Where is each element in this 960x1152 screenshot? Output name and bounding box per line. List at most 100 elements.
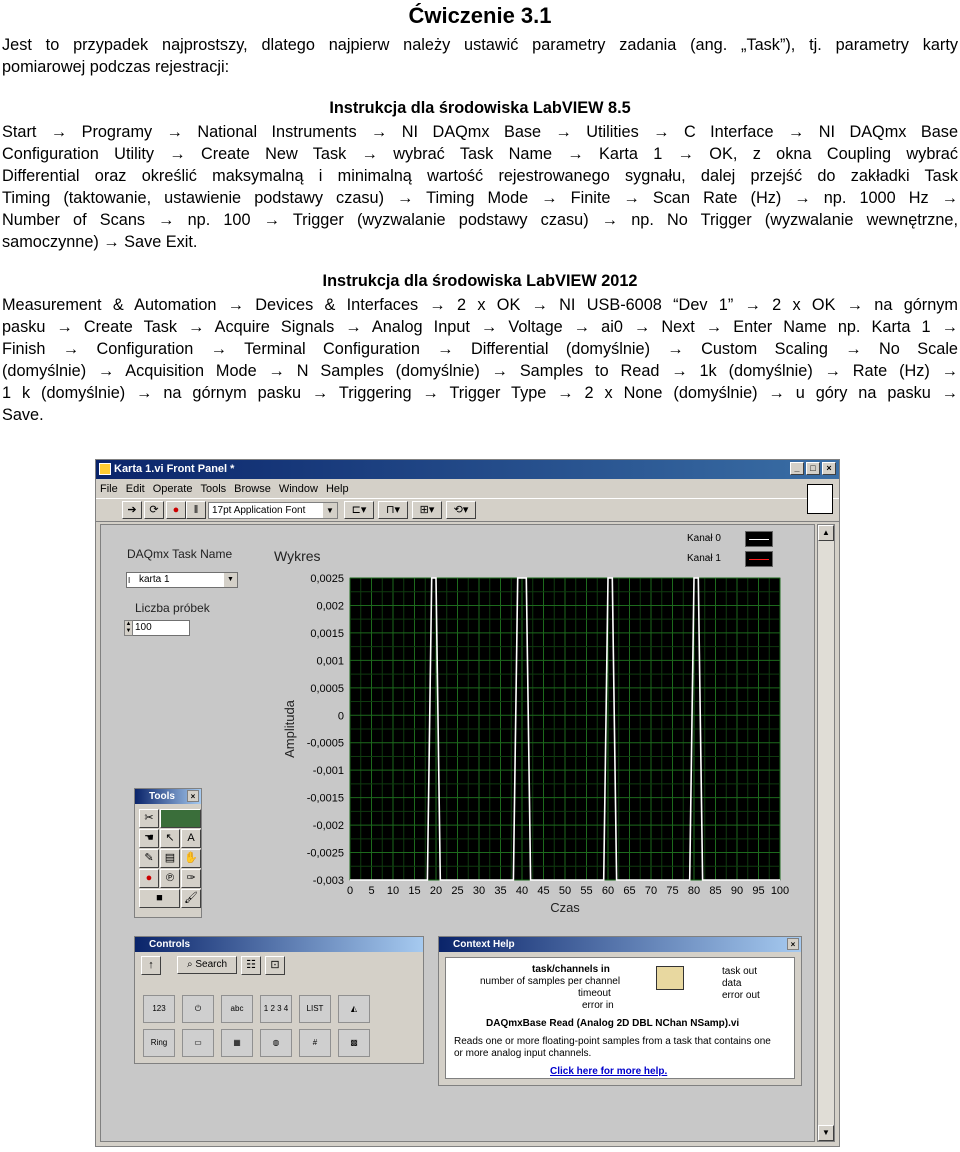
- menu-window[interactable]: Window: [279, 480, 318, 498]
- section1-paragraph: Start → Programy → National Instruments …: [2, 121, 958, 253]
- x-tick-label: 45: [537, 885, 549, 897]
- window-titlebar: Karta 1.vi Front Panel * _ □ ×: [96, 460, 839, 479]
- minimize-icon[interactable]: _: [790, 462, 804, 475]
- graph-icon[interactable]: ◭: [338, 995, 370, 1023]
- options-icon[interactable]: ☷: [241, 956, 261, 975]
- vertical-scrollbar[interactable]: ▲ ▼: [817, 524, 835, 1142]
- terminal-input-label: error in: [582, 1000, 614, 1011]
- intro-line: pomiarowej podczas rejestracji:: [2, 58, 230, 76]
- menu-edit[interactable]: Edit: [126, 480, 145, 498]
- scroll-hand-icon[interactable]: ✋: [181, 849, 201, 868]
- x-tick-label: 75: [666, 885, 678, 897]
- string-path-icon[interactable]: abc Path: [221, 995, 253, 1039]
- font-selector[interactable]: 17pt Application Font ▼: [208, 502, 338, 519]
- menu-operate[interactable]: Operate: [153, 480, 193, 498]
- section1-line: samoczynne) → Save Exit.: [2, 233, 198, 251]
- probe-icon[interactable]: ℗: [160, 869, 180, 888]
- abort-icon[interactable]: ●: [166, 501, 186, 519]
- search-label: Search: [195, 959, 228, 970]
- y-tick-label: 0,0005: [310, 683, 344, 695]
- intro-paragraph: Jest to przypadek najprostszy, dlatego n…: [2, 34, 958, 78]
- more-help-link[interactable]: Click here for more help.: [550, 1066, 667, 1077]
- x-tick-label: 40: [516, 885, 528, 897]
- refnum-icon[interactable]: ▦: [221, 1029, 253, 1057]
- context-help-body: task/channels in number of samples per c…: [445, 957, 795, 1079]
- task-name-value: karta 1: [139, 574, 170, 585]
- color-copy-icon[interactable]: ✑: [181, 869, 201, 888]
- x-tick-label: 20: [430, 885, 442, 897]
- dialog-controls-icon[interactable]: ◍: [260, 1029, 292, 1057]
- font-selector-value: 17pt Application Font: [212, 505, 306, 516]
- run-arrow-icon[interactable]: ➔: [122, 501, 142, 519]
- section1-line: Configuration Utility → Create New Task …: [2, 145, 958, 163]
- close-icon[interactable]: ×: [787, 938, 799, 950]
- io-icon[interactable]: ▭: [182, 1029, 214, 1057]
- auto-select-indicator-icon[interactable]: [160, 809, 201, 828]
- numeric-controls-icon[interactable]: 123: [143, 995, 175, 1023]
- samples-label: Liczba próbek: [135, 601, 210, 615]
- x-tick-label: 50: [559, 885, 571, 897]
- run-continuous-icon[interactable]: ⟳: [144, 501, 164, 519]
- y-tick-label: -0,0005: [307, 738, 344, 750]
- tools-palette: Tools × ✂ ☚ ↖ A ✎ ▤ ✋ ● ℗ ✑ ■ 🖌: [134, 788, 202, 918]
- increment-decrement-icon[interactable]: ▲ ▼: [124, 620, 133, 636]
- ring-enum-icon[interactable]: Ring: [143, 1029, 175, 1057]
- section2-heading: Instrukcja dla środowiska LabVIEW 2012: [322, 272, 638, 290]
- color-fill-icon[interactable]: ■: [139, 889, 180, 908]
- x-tick-label: 25: [451, 885, 463, 897]
- description-line: Reads one or more floating-point samples…: [454, 1036, 771, 1047]
- legend-entry[interactable]: Kanał 0: [687, 530, 773, 548]
- resize-objects-icon[interactable]: ⊞▾: [412, 501, 442, 519]
- up-arrow-icon[interactable]: ↑: [141, 956, 161, 975]
- y-tick-label: -0,0015: [307, 793, 344, 805]
- x-axis-label: Czas: [550, 900, 580, 915]
- close-icon[interactable]: ×: [822, 462, 836, 475]
- menu-help[interactable]: Help: [326, 480, 349, 498]
- section2-line: Measurement & Automation → Devices & Int…: [2, 296, 958, 314]
- y-tick-label: 0,001: [316, 655, 344, 667]
- menu-browse[interactable]: Browse: [234, 480, 271, 498]
- pin-icon[interactable]: ⊡: [265, 956, 285, 975]
- y-tick-label: -0,001: [313, 765, 344, 777]
- terminal-output-label: data: [722, 978, 742, 989]
- chevron-down-icon: ▼: [323, 503, 337, 518]
- position-arrow-icon[interactable]: ↖: [160, 829, 180, 848]
- x-tick-label: 60: [602, 885, 614, 897]
- array-cluster-icon[interactable]: 1 2 3 4: [260, 995, 292, 1023]
- boolean-controls-icon[interactable]: ⏻: [182, 995, 214, 1023]
- legend-entry-label: Kanał 0: [687, 533, 721, 544]
- classic-controls-icon[interactable]: #: [299, 1029, 331, 1057]
- paint-brush-icon[interactable]: 🖌: [181, 889, 201, 908]
- operate-hand-icon[interactable]: ☚: [139, 829, 159, 848]
- breakpoint-icon[interactable]: ●: [139, 869, 159, 888]
- pause-icon[interactable]: ‖: [186, 501, 206, 519]
- scroll-down-icon[interactable]: ▼: [818, 1125, 834, 1141]
- x-tick-label: 85: [709, 885, 721, 897]
- task-icon: I: [128, 576, 131, 585]
- section2-line: (domyślnie) → Acquisition Mode → N Sampl…: [2, 362, 958, 380]
- shortcut-menu-icon[interactable]: ▤: [160, 849, 180, 868]
- samples-control[interactable]: ▲ ▼ 100: [124, 620, 190, 636]
- y-tick-label: -0,0025: [307, 848, 344, 860]
- chevron-down-icon[interactable]: ▼: [224, 573, 237, 587]
- menu-tools[interactable]: Tools: [200, 480, 226, 498]
- menu-file[interactable]: File: [100, 480, 118, 498]
- context-help-window: Context Help × task/channels in number o…: [438, 936, 802, 1086]
- context-help-title: Context Help: [453, 939, 515, 950]
- reorder-icon[interactable]: ⟲▾: [446, 501, 476, 519]
- list-table-icon[interactable]: LIST: [299, 995, 331, 1023]
- activex-icon[interactable]: ▩: [338, 1029, 370, 1057]
- close-icon[interactable]: ×: [187, 790, 199, 802]
- distribute-objects-icon[interactable]: ⊓▾: [378, 501, 408, 519]
- wiring-tool-icon[interactable]: ✎: [139, 849, 159, 868]
- task-name-control[interactable]: I karta 1 ▼: [126, 572, 238, 588]
- x-tick-label: 100: [771, 885, 789, 897]
- auto-tool-icon[interactable]: ✂: [139, 809, 159, 828]
- terminal-output-label: task out: [722, 966, 758, 977]
- scroll-up-icon[interactable]: ▲: [818, 525, 834, 541]
- maximize-icon[interactable]: □: [806, 462, 820, 475]
- search-button[interactable]: ⌕ Search: [177, 956, 237, 974]
- text-tool-icon[interactable]: A: [181, 829, 201, 848]
- x-tick-label: 5: [368, 885, 374, 897]
- align-objects-icon[interactable]: ⊏▾: [344, 501, 374, 519]
